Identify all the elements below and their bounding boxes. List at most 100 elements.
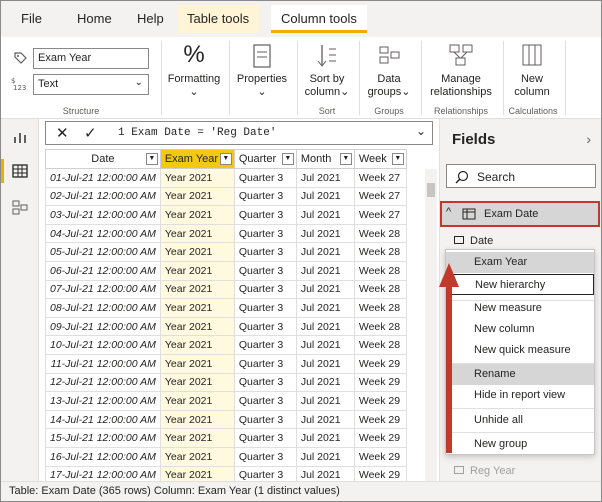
model-view-icon[interactable]	[12, 199, 28, 215]
table-cell[interactable]: Year 2021	[159, 391, 235, 411]
table-cell[interactable]: Jul 2021	[295, 298, 355, 318]
table-cell[interactable]: 11-Jul-21 12:00:00 AM	[45, 353, 161, 374]
table-cell[interactable]: Quarter 3	[233, 353, 297, 374]
table-cell[interactable]: Quarter 3	[233, 260, 297, 281]
table-cell[interactable]: Week 28	[353, 242, 407, 262]
table-cell[interactable]: Year 2021	[159, 298, 235, 318]
table-cell[interactable]: 08-Jul-21 12:00:00 AM	[45, 298, 161, 318]
fields-search-input[interactable]: Search	[446, 164, 596, 188]
new-column-button[interactable]: New column	[505, 41, 559, 99]
table-cell[interactable]: Jul 2021	[295, 242, 355, 262]
table-cell[interactable]: 03-Jul-21 12:00:00 AM	[45, 205, 161, 225]
report-view-icon[interactable]	[12, 129, 28, 145]
table-cell[interactable]: Week 27	[353, 168, 407, 188]
table-cell[interactable]: Year 2021	[159, 372, 235, 393]
table-cell[interactable]: Jul 2021	[295, 186, 355, 207]
table-cell[interactable]: Jul 2021	[295, 223, 355, 244]
table-cell[interactable]: 13-Jul-21 12:00:00 AM	[45, 391, 161, 411]
table-cell[interactable]: Week 28	[353, 260, 407, 281]
data-groups-button[interactable]: Data groups⌄	[361, 41, 417, 99]
table-cell[interactable]: Jul 2021	[295, 335, 355, 355]
table-cell[interactable]: Jul 2021	[295, 279, 355, 300]
table-cell[interactable]: Year 2021	[159, 428, 235, 448]
table-cell[interactable]: Jul 2021	[295, 205, 355, 225]
table-cell[interactable]: Quarter 3	[233, 205, 297, 225]
table-cell[interactable]: Week 29	[353, 446, 407, 467]
table-cell[interactable]: Week 29	[353, 372, 407, 393]
table-cell[interactable]: Quarter 3	[233, 279, 297, 300]
column-header-week[interactable]: Week ▼	[353, 149, 407, 169]
table-cell[interactable]: Week 29	[353, 391, 407, 411]
table-cell[interactable]: 07-Jul-21 12:00:00 AM	[45, 279, 161, 300]
table-cell[interactable]: Quarter 3	[233, 223, 297, 244]
table-cell[interactable]: Quarter 3	[233, 465, 297, 481]
tab-table-tools[interactable]: Table tools	[177, 5, 260, 33]
chevron-up-icon[interactable]: ^	[446, 206, 451, 218]
table-cell[interactable]: 05-Jul-21 12:00:00 AM	[45, 242, 161, 262]
table-cell[interactable]: 15-Jul-21 12:00:00 AM	[45, 428, 161, 448]
table-cell[interactable]: 17-Jul-21 12:00:00 AM	[45, 465, 161, 481]
column-header-date[interactable]: Date ▼	[45, 149, 161, 169]
table-cell[interactable]: 10-Jul-21 12:00:00 AM	[45, 335, 161, 355]
grid-scrollbar[interactable]	[425, 169, 437, 481]
table-cell[interactable]: Quarter 3	[233, 186, 297, 207]
table-cell[interactable]: Week 29	[353, 465, 407, 481]
menu-hide-in-report-view[interactable]: Hide in report view	[446, 385, 594, 406]
table-cell[interactable]: 14-Jul-21 12:00:00 AM	[45, 409, 161, 430]
table-cell[interactable]: Week 28	[353, 279, 407, 300]
table-cell[interactable]: Week 27	[353, 186, 407, 207]
table-cell[interactable]: 04-Jul-21 12:00:00 AM	[45, 223, 161, 244]
table-cell[interactable]: Quarter 3	[233, 242, 297, 262]
table-cell[interactable]: Quarter 3	[233, 446, 297, 467]
table-cell[interactable]: Jul 2021	[295, 372, 355, 393]
menu-new-hierarchy[interactable]: New hierarchy	[446, 274, 594, 295]
table-cell[interactable]: Week 29	[353, 409, 407, 430]
table-cell[interactable]: Year 2021	[159, 205, 235, 225]
manage-relationships-button[interactable]: Manage relationships	[423, 41, 499, 99]
filter-icon[interactable]: ▼	[219, 153, 232, 165]
table-cell[interactable]: Week 28	[353, 335, 407, 355]
tab-column-tools[interactable]: Column tools	[271, 5, 367, 33]
table-cell[interactable]: Year 2021	[159, 279, 235, 300]
table-cell[interactable]: Quarter 3	[233, 168, 297, 188]
table-cell[interactable]: Jul 2021	[295, 391, 355, 411]
menu-new-column[interactable]: New column	[446, 319, 594, 340]
table-cell[interactable]: Jul 2021	[295, 465, 355, 481]
table-cell[interactable]: Jul 2021	[295, 428, 355, 448]
formatting-button[interactable]: % Formatting ⌄	[163, 41, 225, 99]
table-cell[interactable]: Year 2021	[159, 409, 235, 430]
sort-by-column-button[interactable]: Sort by column⌄	[299, 41, 355, 99]
filter-icon[interactable]: ▼	[145, 153, 158, 165]
tab-home[interactable]: Home	[77, 11, 112, 26]
data-view-icon[interactable]	[12, 163, 28, 179]
table-node-exam-date[interactable]: ^ Exam Date	[440, 201, 600, 227]
table-cell[interactable]: Jul 2021	[295, 409, 355, 430]
table-cell[interactable]: Quarter 3	[233, 391, 297, 411]
table-cell[interactable]: Jul 2021	[295, 446, 355, 467]
formula-text[interactable]: 1 Exam Date = 'Reg Date'	[118, 127, 276, 139]
tab-help[interactable]: Help	[137, 11, 164, 26]
chevron-right-icon[interactable]: ›	[586, 131, 591, 147]
field-exam-year-hover[interactable]: Exam Year	[446, 252, 594, 273]
table-cell[interactable]: Year 2021	[159, 242, 235, 262]
table-cell[interactable]: Week 28	[353, 223, 407, 244]
table-cell[interactable]: Year 2021	[159, 260, 235, 281]
properties-button[interactable]: Properties ⌄	[231, 41, 293, 99]
table-cell[interactable]: Jul 2021	[295, 260, 355, 281]
table-cell[interactable]: 09-Jul-21 12:00:00 AM	[45, 316, 161, 337]
data-type-select[interactable]: Text ⌄	[33, 74, 149, 95]
table-cell[interactable]: Year 2021	[159, 186, 235, 207]
filter-icon[interactable]: ▼	[339, 153, 352, 165]
table-cell[interactable]: Week 28	[353, 316, 407, 337]
table-cell[interactable]: Week 29	[353, 353, 407, 374]
menu-new-measure[interactable]: New measure	[446, 298, 594, 319]
filter-icon[interactable]: ▼	[281, 153, 294, 165]
menu-rename[interactable]: Rename	[446, 364, 594, 385]
table-cell[interactable]: 06-Jul-21 12:00:00 AM	[45, 260, 161, 281]
table-cell[interactable]: Quarter 3	[233, 298, 297, 318]
chevron-down-icon[interactable]: ⌄	[416, 124, 426, 138]
table-cell[interactable]: Quarter 3	[233, 409, 297, 430]
table-cell[interactable]: Week 28	[353, 298, 407, 318]
table-cell[interactable]: Jul 2021	[295, 353, 355, 374]
table-cell[interactable]: Week 27	[353, 205, 407, 225]
